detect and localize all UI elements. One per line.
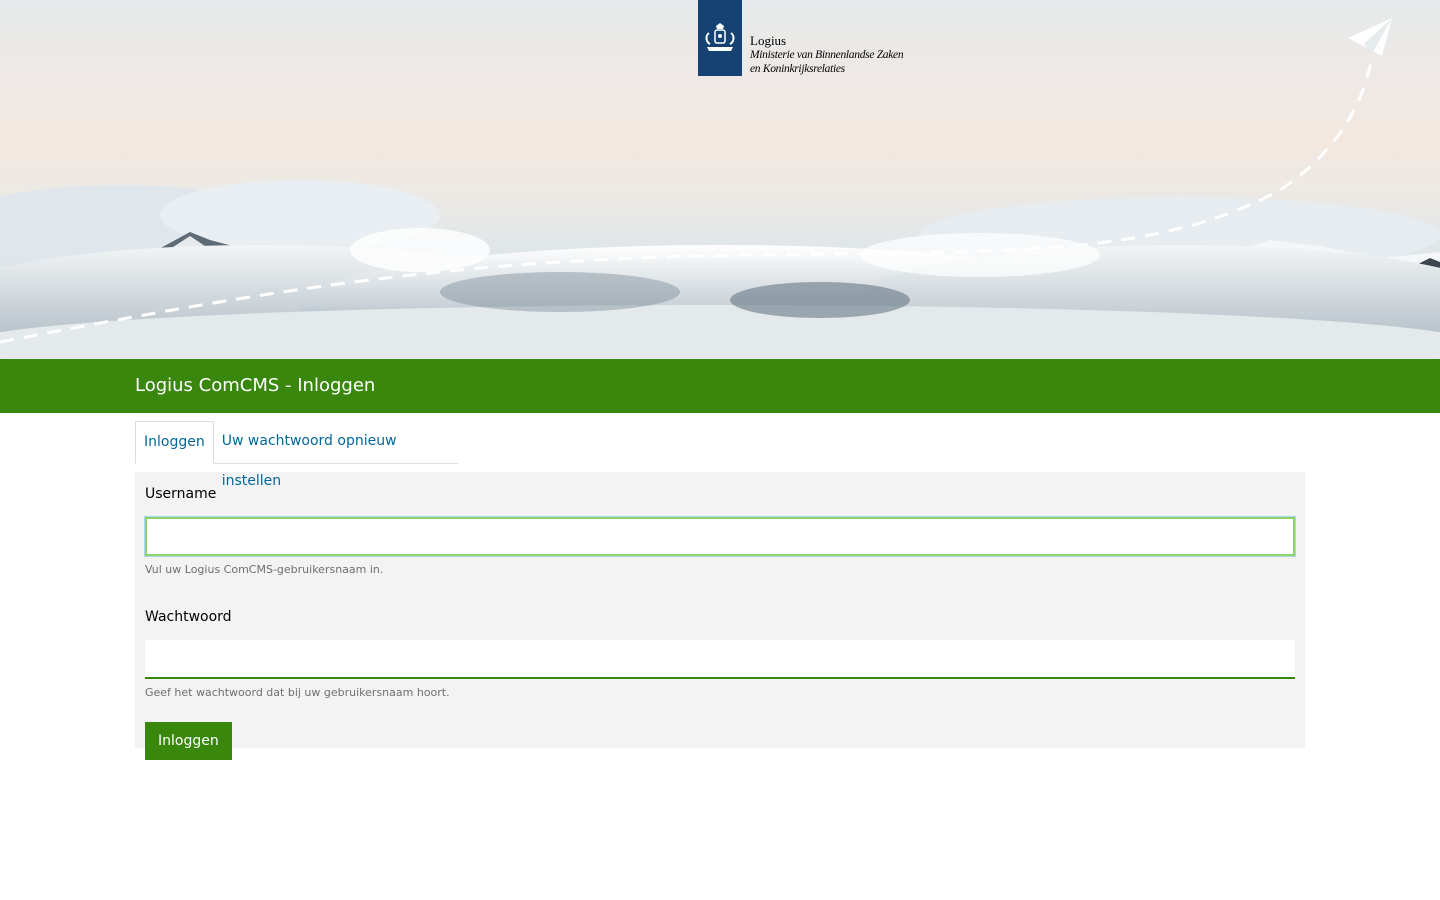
- password-label: Wachtwoord: [145, 609, 232, 625]
- hero-banner: Logius Ministerie van Binnenlandse Zaken…: [0, 0, 1440, 359]
- username-label: Username: [145, 486, 217, 502]
- login-button[interactable]: Inloggen: [145, 722, 232, 760]
- tab-reset-password[interactable]: Uw wachtwoord opnieuw instellen: [214, 421, 458, 489]
- coat-of-arms-icon: [705, 23, 735, 51]
- password-field[interactable]: [145, 640, 1295, 679]
- login-container: Inloggen Uw wachtwoord opnieuw instellen…: [135, 421, 1305, 760]
- logo-ministry-line1: Ministerie van Binnenlandse Zaken: [750, 49, 904, 61]
- logo-ribbon: [698, 0, 742, 76]
- username-field[interactable]: [145, 517, 1295, 556]
- title-band: Logius ComCMS - Inloggen: [0, 359, 1440, 413]
- ministry-logo[interactable]: Logius Ministerie van Binnenlandse Zaken…: [698, 0, 904, 76]
- page-title: Logius ComCMS - Inloggen: [135, 375, 376, 396]
- tab-bar: Inloggen Uw wachtwoord opnieuw instellen: [135, 421, 458, 489]
- login-form: Username Vul uw Logius ComCMS-gebruikers…: [135, 472, 1305, 760]
- logo-name: Logius: [750, 33, 787, 48]
- username-hint: Vul uw Logius ComCMS-gebruikersnaam in.: [145, 563, 384, 576]
- logo-ministry-line2: en Koninkrijksrelaties: [750, 63, 845, 75]
- paper-plane-icon: [1348, 18, 1392, 56]
- tab-inloggen[interactable]: Inloggen: [135, 421, 214, 464]
- password-hint: Geef het wachtwoord dat bij uw gebruiker…: [145, 686, 450, 699]
